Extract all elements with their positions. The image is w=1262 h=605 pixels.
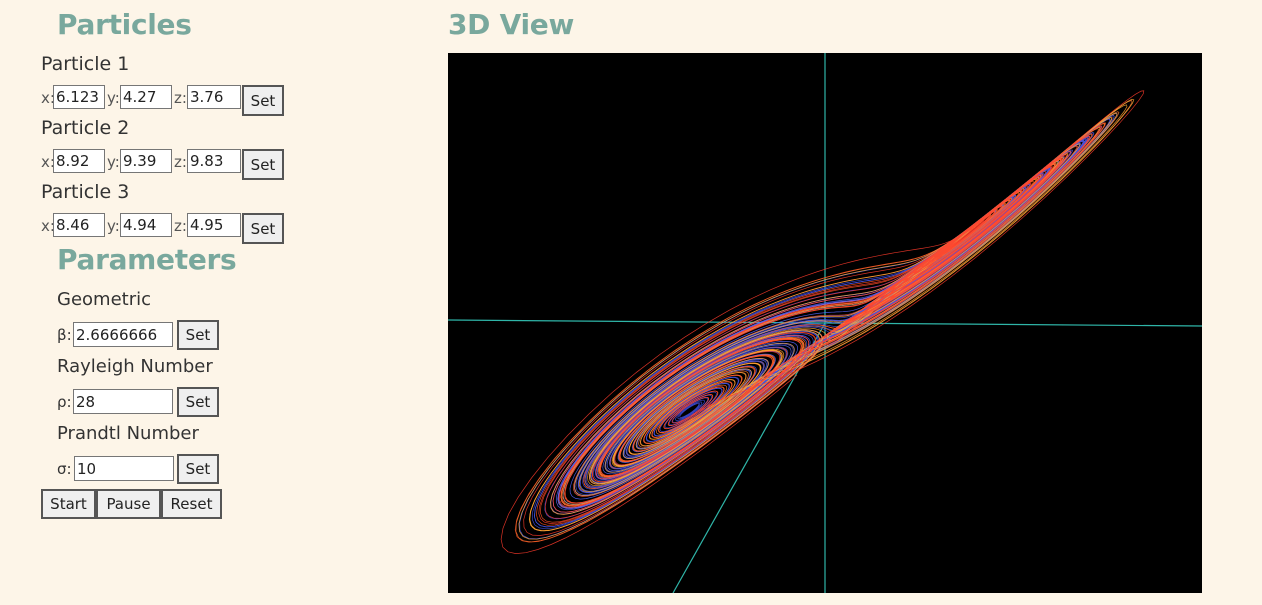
particle-3-x-input[interactable]	[53, 213, 105, 237]
particle-2-x-input[interactable]	[53, 149, 105, 173]
prandtl-label: Prandtl Number	[57, 423, 199, 444]
particle-3-y-label: y:	[107, 217, 120, 235]
rho-symbol: ρ:	[57, 393, 72, 411]
rho-input[interactable]	[73, 389, 173, 414]
particle-2-set-button[interactable]: Set	[242, 149, 284, 180]
sigma-set-button[interactable]: Set	[177, 454, 219, 484]
beta-set-button[interactable]: Set	[177, 320, 219, 350]
particle-1-y-label: y:	[107, 89, 120, 107]
particle-1-set-button[interactable]: Set	[242, 85, 284, 116]
rho-set-button[interactable]: Set	[177, 387, 219, 417]
lorenz-attractor-plot	[448, 53, 1202, 593]
control-panel: Particles Particle 1 x: y: z: Set Partic…	[0, 0, 420, 605]
3d-view-canvas[interactable]	[448, 53, 1202, 593]
rayleigh-label: Rayleigh Number	[57, 356, 213, 377]
sigma-symbol: σ:	[57, 460, 72, 478]
particle-3-y-input[interactable]	[120, 213, 172, 237]
particle-1-label: Particle 1	[41, 53, 130, 75]
particle-2-label: Particle 2	[41, 117, 130, 139]
particle-2-y-label: y:	[107, 153, 120, 171]
beta-symbol: β:	[57, 326, 72, 344]
parameters-heading: Parameters	[57, 243, 237, 276]
particle-3-label: Particle 3	[41, 181, 130, 203]
pause-button[interactable]: Pause	[96, 489, 161, 519]
sigma-input[interactable]	[74, 456, 174, 481]
particle-3-z-input[interactable]	[187, 213, 241, 237]
start-button[interactable]: Start	[41, 489, 96, 519]
particle-1-z-label: z:	[174, 89, 187, 107]
geometric-label: Geometric	[57, 289, 151, 310]
reset-button[interactable]: Reset	[161, 489, 222, 519]
particle-1-y-input[interactable]	[120, 85, 172, 109]
beta-input[interactable]	[73, 322, 173, 347]
view-heading: 3D View	[448, 8, 575, 41]
particles-heading: Particles	[57, 8, 192, 41]
particle-1-x-input[interactable]	[53, 85, 105, 109]
particle-3-set-button[interactable]: Set	[242, 213, 284, 244]
particle-3-z-label: z:	[174, 217, 187, 235]
trajectory-group	[500, 90, 1145, 554]
trajectory-line	[518, 98, 1135, 540]
particle-2-z-label: z:	[174, 153, 187, 171]
particle-2-z-input[interactable]	[187, 149, 241, 173]
particle-2-y-input[interactable]	[120, 149, 172, 173]
particle-1-z-input[interactable]	[187, 85, 241, 109]
